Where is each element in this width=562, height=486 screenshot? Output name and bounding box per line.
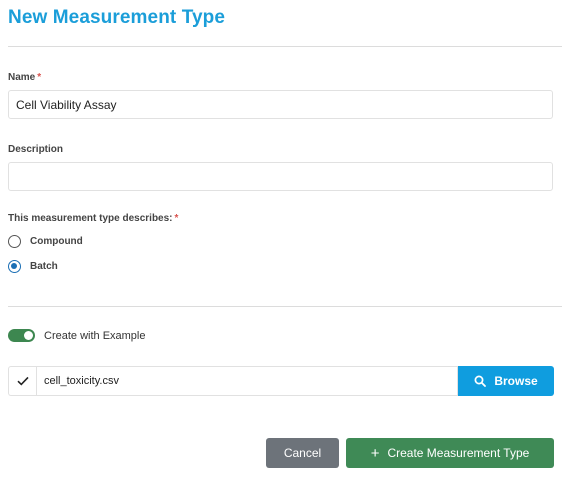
describes-label: This measurement type describes: * [8,213,178,224]
description-input[interactable] [8,162,553,191]
radio-button-batch[interactable] [8,260,21,273]
browse-button[interactable]: Browse [458,366,554,396]
section-divider [8,306,562,307]
page-title: New Measurement Type [8,7,226,28]
required-mark: * [174,213,179,224]
required-mark: * [37,72,42,83]
description-label: Description [8,144,64,155]
radio-option-compound[interactable]: Compound [8,235,83,248]
checkmark-icon [8,366,36,396]
create-with-example-label: Create with Example [44,329,146,342]
cancel-button[interactable]: Cancel [266,438,339,468]
file-name-field: cell_toxicity.csv [36,366,458,396]
create-measurement-type-button[interactable]: + Create Measurement Type [346,438,554,468]
cancel-label: Cancel [283,446,322,460]
create-label: Create Measurement Type [387,446,530,460]
search-icon [474,375,487,387]
radio-label-compound: Compound [30,236,83,247]
create-with-example-row: Create with Example [8,329,146,342]
create-with-example-toggle[interactable] [8,329,35,342]
describes-label-text: This measurement type describes: [8,213,173,224]
radio-option-batch[interactable]: Batch [8,260,58,273]
plus-icon: + [370,444,380,462]
file-upload-row: cell_toxicity.csv Browse [8,366,554,396]
title-divider [8,46,562,47]
name-label: Name * [8,72,41,83]
name-label-text: Name [8,72,36,83]
browse-label: Browse [494,374,538,388]
radio-button-compound[interactable] [8,235,21,248]
name-input[interactable] [8,90,553,119]
radio-label-batch: Batch [30,261,58,272]
